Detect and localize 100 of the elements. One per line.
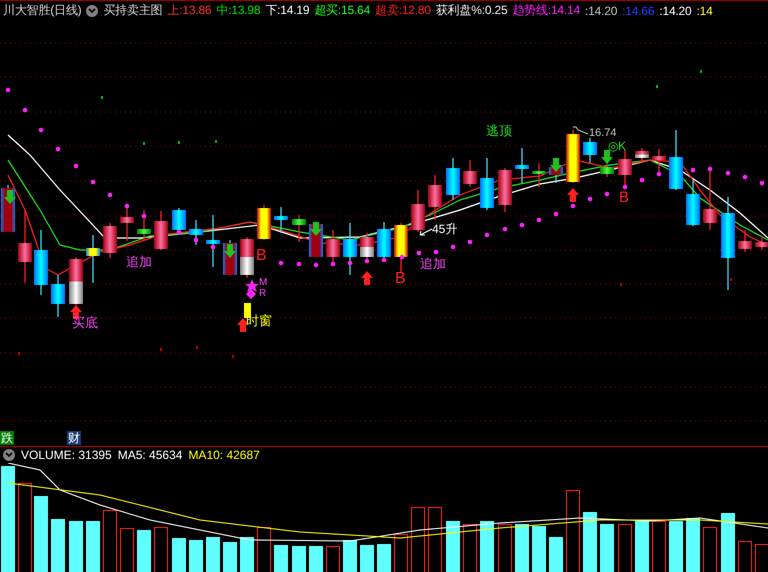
star-icon — [245, 279, 259, 292]
volume-bar — [343, 540, 357, 572]
dot-marker — [640, 178, 644, 182]
volume-bar — [309, 546, 323, 572]
down-arrow-icon — [550, 158, 562, 172]
volume-bar — [172, 538, 186, 572]
indicator-value: 获利盘%:0.25 — [436, 2, 508, 19]
down-arrow-icon — [224, 244, 236, 258]
dropdown-button[interactable] — [86, 4, 98, 16]
candlestick — [394, 223, 408, 272]
volume-value: VOLUME: 31395 — [21, 448, 112, 462]
candlestick — [34, 230, 48, 295]
volume-bar — [703, 527, 717, 572]
candlestick — [411, 190, 425, 232]
candlestick — [103, 223, 117, 258]
volume-bar — [137, 530, 151, 572]
dot-marker — [468, 240, 472, 244]
volume-bar — [463, 524, 477, 572]
dot-marker — [520, 222, 524, 228]
dot-marker — [554, 212, 558, 216]
volume-bar — [755, 544, 768, 572]
dot-marker — [22, 108, 28, 112]
up-arrow-icon — [567, 188, 579, 202]
volume-value: MA10: 42687 — [188, 448, 260, 462]
chart-annotation: 逃顶 — [486, 124, 512, 137]
volume-bar — [51, 519, 65, 572]
dot-marker — [502, 226, 508, 232]
chevron-icon — [5, 452, 13, 458]
candlestick — [428, 175, 442, 220]
candlestick — [738, 230, 752, 252]
volume-bar — [326, 546, 340, 572]
volume-bar — [274, 545, 288, 572]
candlestick — [172, 208, 186, 232]
down-arrow-icon — [310, 222, 322, 236]
diamond-icon — [246, 289, 256, 299]
dot-marker — [6, 88, 10, 92]
indicator-value: :14.20 — [585, 4, 618, 18]
leader-line — [420, 228, 432, 236]
dot-marker — [296, 262, 302, 266]
indicator-value: :14.66 — [622, 4, 654, 18]
dot-marker — [56, 146, 60, 152]
up-arrow-icon — [361, 271, 373, 285]
volume-bar — [103, 510, 117, 572]
chart-annotation: 16.74 — [589, 128, 617, 139]
dot-marker — [708, 166, 712, 172]
down-arrow-icon — [601, 150, 613, 164]
candlestick — [120, 207, 134, 241]
chevron-icon — [88, 8, 96, 14]
dot-marker — [108, 192, 112, 198]
dot-marker — [90, 180, 96, 184]
dot-marker — [38, 128, 44, 132]
volume-bar — [532, 526, 546, 572]
candlestick — [498, 168, 512, 212]
volume-bar — [635, 521, 649, 572]
volume-bar — [292, 546, 306, 572]
dot-marker — [330, 262, 336, 266]
volume-bar — [360, 545, 374, 572]
dot-marker — [382, 258, 386, 262]
candlestick — [206, 215, 220, 267]
candlestick — [69, 257, 83, 305]
volume-bar — [189, 540, 203, 572]
dot-marker — [536, 218, 542, 222]
dot-marker — [142, 214, 146, 218]
down-arrow-icon — [4, 190, 16, 204]
dot-marker — [622, 184, 628, 190]
indicator-value: 超卖:12.80 — [375, 2, 431, 19]
dot-marker — [348, 260, 352, 266]
dot-marker — [588, 196, 592, 202]
dot-marker — [760, 180, 764, 186]
chart-annotation: 买底 — [72, 316, 98, 329]
candlestick — [600, 162, 614, 177]
volume-bar — [86, 521, 100, 572]
candlestick — [343, 223, 357, 275]
candlestick — [480, 158, 494, 210]
candlestick — [703, 170, 717, 230]
indicator-value: 超买:15.64 — [314, 2, 370, 19]
dropdown-button[interactable] — [3, 449, 15, 461]
leader-line — [572, 126, 588, 134]
volume-bar — [498, 524, 512, 572]
dot-marker — [210, 244, 216, 250]
volume-bar — [394, 534, 408, 572]
volume-bar — [240, 537, 254, 572]
indicator-value: 中:13.98 — [216, 2, 260, 19]
candlestick — [86, 235, 100, 283]
volume-bar — [669, 521, 683, 572]
chart-annotation: B — [256, 248, 267, 264]
candlestick — [377, 222, 391, 259]
indicator-value: :14.20 — [659, 4, 692, 18]
volume-bar — [721, 513, 735, 572]
dot-marker — [434, 250, 438, 254]
candlestick — [583, 138, 597, 163]
volume-bar — [515, 524, 529, 572]
volume-bar — [154, 527, 168, 572]
volume-bar — [223, 542, 237, 572]
volume-bar — [411, 507, 425, 572]
volume-bar — [583, 512, 597, 572]
dot-marker — [314, 262, 318, 268]
dot-marker — [194, 238, 198, 242]
indicator-value: 趋势线:14.14 — [512, 2, 580, 19]
volume-bar — [377, 544, 391, 572]
